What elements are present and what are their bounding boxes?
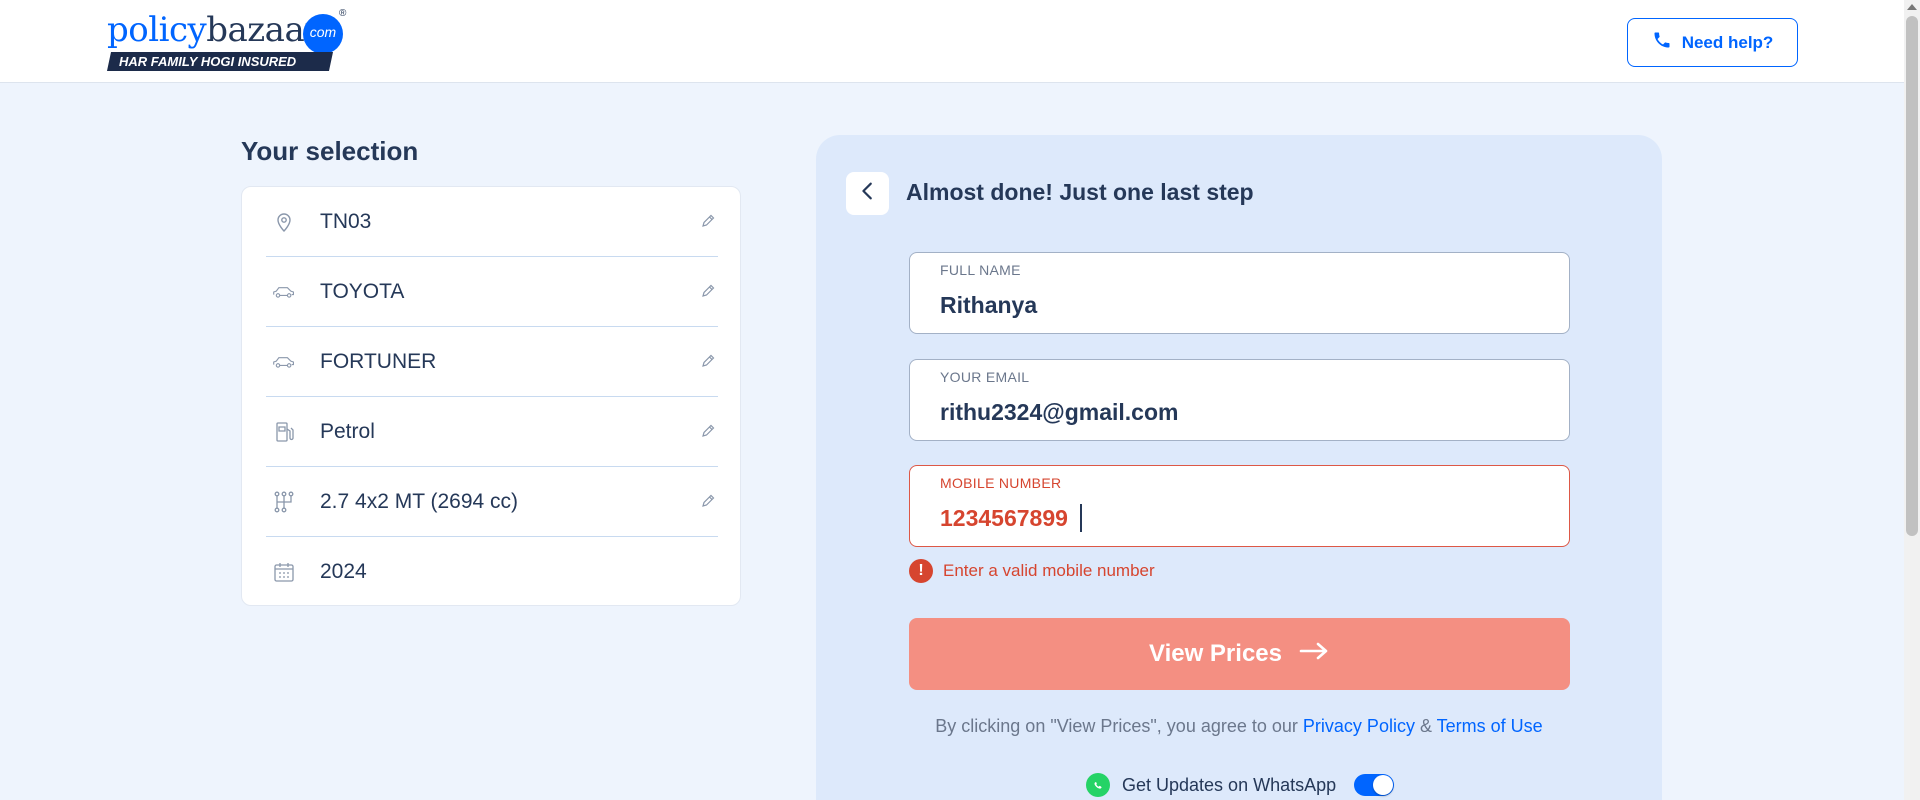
selection-value-rto: TN03: [320, 209, 372, 233]
toggle-knob: [1373, 775, 1394, 795]
selection-title: Your selection: [241, 136, 419, 166]
selection-value-year: 2024: [320, 560, 367, 583]
selection-row-rto: TN03: [266, 187, 718, 257]
selection-value-make: TOYOTA: [320, 279, 405, 303]
arrow-right-icon: [1298, 640, 1330, 668]
selection-row-model: FORTUNER: [266, 327, 718, 397]
logo-com-badge: com: [303, 14, 343, 54]
privacy-policy-link[interactable]: Privacy Policy: [1303, 716, 1415, 736]
edit-model-pencil-icon[interactable]: [700, 353, 718, 371]
calendar-icon: [272, 560, 296, 584]
edit-fuel-pencil-icon[interactable]: [700, 423, 718, 441]
whatsapp-updates-label: Get Updates on WhatsApp: [1122, 774, 1337, 795]
car-icon: [272, 350, 296, 374]
terms-prefix: By clicking on "View Prices", you agree …: [935, 716, 1298, 736]
logo-wordmark: policybazaar: [107, 8, 320, 52]
view-prices-button[interactable]: View Prices: [909, 618, 1570, 690]
logo-tagline-text: HAR FAMILY HOGI INSURED: [119, 54, 297, 69]
form-title: Almost done! Just one last step: [906, 179, 1254, 205]
fuel-icon: [272, 420, 296, 444]
selection-value-variant: 2.7 4x2 MT (2694 cc): [320, 489, 519, 513]
whatsapp-icon: [1086, 773, 1110, 797]
terms-ampersand: &: [1419, 716, 1432, 736]
selection-row-variant: 2.7 4x2 MT (2694 cc): [266, 467, 718, 537]
selection-value-model: FORTUNER: [320, 349, 437, 373]
need-help-label: Need help?: [1681, 32, 1774, 52]
whatsapp-toggle[interactable]: [1354, 774, 1395, 796]
scroll-up-arrow-icon[interactable]: [1907, 4, 1917, 10]
text-caret: [1080, 504, 1082, 532]
selection-row-fuel: Petrol: [266, 397, 718, 467]
back-button[interactable]: [846, 172, 889, 215]
car-icon: [272, 280, 296, 304]
mobile-number-field[interactable]: MOBILE NUMBER: [909, 465, 1570, 547]
logo-word-policy: policy: [107, 10, 207, 50]
email-input[interactable]: [940, 396, 1540, 428]
terms-of-use-link[interactable]: Terms of Use: [1437, 716, 1543, 736]
view-prices-label: View Prices: [1149, 640, 1282, 667]
lead-form-card: Almost done! Just one last step FULL NAM…: [816, 135, 1662, 800]
selection-card: TN03 TOYOTA FORTUNER Petrol 2.7 4x2 MT (…: [241, 186, 741, 606]
edit-rto-pencil-icon[interactable]: [700, 213, 718, 231]
email-field[interactable]: YOUR EMAIL: [909, 359, 1570, 441]
full-name-input[interactable]: [940, 289, 1540, 321]
page-scrollbar-thumb[interactable]: [1906, 16, 1918, 536]
phone-icon: [1652, 30, 1672, 55]
need-help-button[interactable]: Need help?: [1627, 18, 1798, 67]
error-exclamation-icon: !: [909, 559, 933, 583]
terms-consent-text: By clicking on "View Prices", you agree …: [816, 716, 1662, 737]
mobile-error-message: ! Enter a valid mobile number: [909, 559, 1155, 583]
full-name-field[interactable]: FULL NAME: [909, 252, 1570, 334]
logo-registered-mark: ®: [339, 8, 347, 19]
location-icon: [272, 210, 296, 234]
mobile-number-label: MOBILE NUMBER: [940, 475, 1062, 491]
mobile-number-input[interactable]: [940, 502, 1540, 534]
logo-tagline: HAR FAMILY HOGI INSURED: [106, 52, 334, 71]
whatsapp-updates-row: Get Updates on WhatsApp: [1086, 773, 1395, 797]
selection-row-year: 2024: [266, 537, 718, 607]
selection-value-fuel: Petrol: [320, 419, 375, 443]
top-header: policybazaar com ® HAR FAMILY HOGI INSUR…: [0, 0, 1904, 83]
gearbox-icon: [272, 490, 296, 514]
edit-make-pencil-icon[interactable]: [700, 283, 718, 301]
mobile-error-text: Enter a valid mobile number: [943, 561, 1155, 580]
policybazaar-logo[interactable]: policybazaar com ® HAR FAMILY HOGI INSUR…: [106, 8, 347, 74]
chevron-left-icon: [857, 180, 879, 207]
email-label: YOUR EMAIL: [940, 369, 1030, 385]
full-name-label: FULL NAME: [940, 262, 1021, 278]
edit-variant-pencil-icon[interactable]: [700, 493, 718, 511]
selection-row-make: TOYOTA: [266, 257, 718, 327]
